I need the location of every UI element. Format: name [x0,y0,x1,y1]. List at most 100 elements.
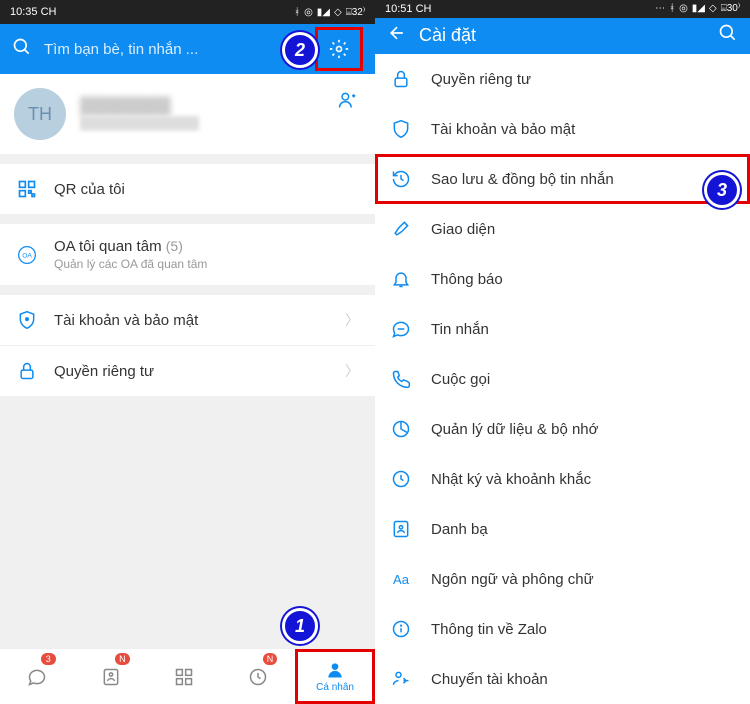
clock-icon [248,667,268,687]
lock-icon [391,69,411,89]
profile-name: ████████ [80,98,199,116]
settings-switch-label: Chuyển tài khoản [431,671,548,688]
settings-ui[interactable]: Giao diện [375,204,750,254]
settings-message[interactable]: Tin nhắn [375,304,750,354]
messages-badge: 3 [41,653,56,665]
qr-label: QR của tôi [54,181,359,198]
settings-backup[interactable]: Sao lưu & đồng bộ tin nhắn [375,154,750,204]
settings-title: Cài đặt [419,25,706,46]
settings-data[interactable]: Quản lý dữ liệu & bộ nhớ [375,404,750,454]
back-button[interactable] [387,23,407,48]
clock-icon [391,469,411,489]
settings-lang-label: Ngôn ngữ và phông chữ [431,571,594,588]
gear-icon [329,39,349,59]
chat-icon [27,667,47,687]
search-header: Tìm bạn bè, tin nhắn ... [0,24,375,74]
info-icon [391,619,411,639]
right-screen: 10:51 CH ⋯ ᚼ ◎ ▮◢ ◇ ⌸30⁾ Cài đặt Quyền r… [375,0,750,704]
signal-icon: ▮◢ [317,7,330,18]
settings-backup-label: Sao lưu & đồng bộ tin nhắn [431,171,614,188]
signal-icon: ▮◢ [692,3,705,14]
settings-button[interactable] [315,27,363,71]
pie-icon [391,419,411,439]
brush-icon [391,219,411,239]
settings-switch[interactable]: Chuyển tài khoản [375,654,750,704]
bottom-nav: 3 N N Cá nhân [0,648,375,704]
settings-about[interactable]: Thông tin về Zalo [375,604,750,654]
security-label: Tài khoản và bảo mật [54,312,329,329]
settings-lang[interactable]: Aa Ngôn ngữ và phông chữ [375,554,750,604]
bluetooth-icon: ᚼ [669,3,675,14]
oa-title: OA tôi quan tâm [54,238,162,255]
settings-privacy[interactable]: Quyền riêng tư [375,54,750,104]
oa-section: OA OA tôi quan tâm (5) Quản lý các OA đã… [0,224,375,285]
lock-icon [16,360,38,382]
person-icon [325,660,345,680]
privacy-row[interactable]: Quyền riêng tư 〉 [0,346,375,396]
timeline-badge: N [263,653,278,665]
dots-icon: ⋯ [655,3,665,14]
book-icon [391,519,411,539]
settings-data-label: Quản lý dữ liệu & bộ nhớ [431,421,598,438]
settings-security[interactable]: Tài khoản và bảo mật [375,104,750,154]
shield-icon [391,119,411,139]
search-input[interactable]: Tìm bạn bè, tin nhắn ... [44,41,303,58]
settings-about-label: Thông tin về Zalo [431,621,547,638]
search-icon [718,23,738,43]
status-time: 10:51 CH [385,3,431,15]
settings-call[interactable]: Cuộc gọi [375,354,750,404]
phone-icon [391,369,411,389]
nav-discover[interactable] [148,649,222,704]
search-icon[interactable] [12,37,32,62]
vibrate-icon: ◎ [304,7,313,18]
security-row[interactable]: Tài khoản và bảo mật 〉 [0,295,375,346]
settings-privacy-label: Quyền riêng tư [431,71,531,88]
settings-call-label: Cuộc gọi [431,371,490,388]
profile-sub: ██████████████ [80,116,199,130]
left-screen: 10:35 CH ᚼ ◎ ▮◢ ◇ ⌸32⁾ Tìm bạn bè, tin n… [0,0,375,704]
status-time: 10:35 CH [10,6,56,18]
qr-row[interactable]: QR của tôi [0,164,375,214]
nav-personal[interactable]: Cá nhân [295,649,375,704]
status-bar: 10:35 CH ᚼ ◎ ▮◢ ◇ ⌸32⁾ [0,0,375,24]
add-friend-icon[interactable] [337,90,357,115]
oa-row[interactable]: OA OA tôi quan tâm (5) Quản lý các OA đã… [0,224,375,285]
content-area: TH ████████ ██████████████ QR của tôi OA [0,74,375,648]
settings-diary-label: Nhật ký và khoảnh khắc [431,471,591,488]
bluetooth-icon: ᚼ [294,7,300,18]
bell-icon [391,269,411,289]
arrow-left-icon [387,23,407,43]
settings-contacts[interactable]: Danh bạ [375,504,750,554]
oa-count: (5) [166,238,183,254]
battery-icon: ⌸30⁾ [721,3,740,14]
callout-1: 1 [282,608,318,644]
chevron-right-icon: 〉 [345,310,359,330]
nav-contacts[interactable]: N [74,649,148,704]
wifi-icon: ◇ [334,7,342,18]
settings-message-label: Tin nhắn [431,321,489,338]
settings-notif[interactable]: Thông báo [375,254,750,304]
qr-section: QR của tôi [0,164,375,214]
profile-row[interactable]: TH ████████ ██████████████ [0,74,375,154]
nav-messages[interactable]: 3 [0,649,74,704]
vibrate-icon: ◎ [679,3,688,14]
search-button[interactable] [718,23,738,48]
chevron-right-icon: 〉 [345,361,359,381]
message-icon [391,319,411,339]
nav-timeline[interactable]: N [221,649,295,704]
battery-icon: ⌸32⁾ [346,7,365,18]
callout-3: 3 [704,172,740,208]
contacts-icon [101,667,121,687]
settings-header: Cài đặt [375,18,750,54]
nav-personal-label: Cá nhân [316,682,354,693]
callout-2: 2 [282,32,318,68]
oa-icon: OA [16,244,38,266]
settings-list: Quyền riêng tư Tài khoản và bảo mật Sao … [375,54,750,704]
grid-icon [174,667,194,687]
status-indicators: ⋯ ᚼ ◎ ▮◢ ◇ ⌸30⁾ [655,3,740,14]
settings-diary[interactable]: Nhật ký và khoảnh khắc [375,454,750,504]
shield-icon [16,309,38,331]
settings-notif-label: Thông báo [431,271,503,288]
svg-text:OA: OA [22,252,32,259]
profile-text: ████████ ██████████████ [80,98,199,130]
